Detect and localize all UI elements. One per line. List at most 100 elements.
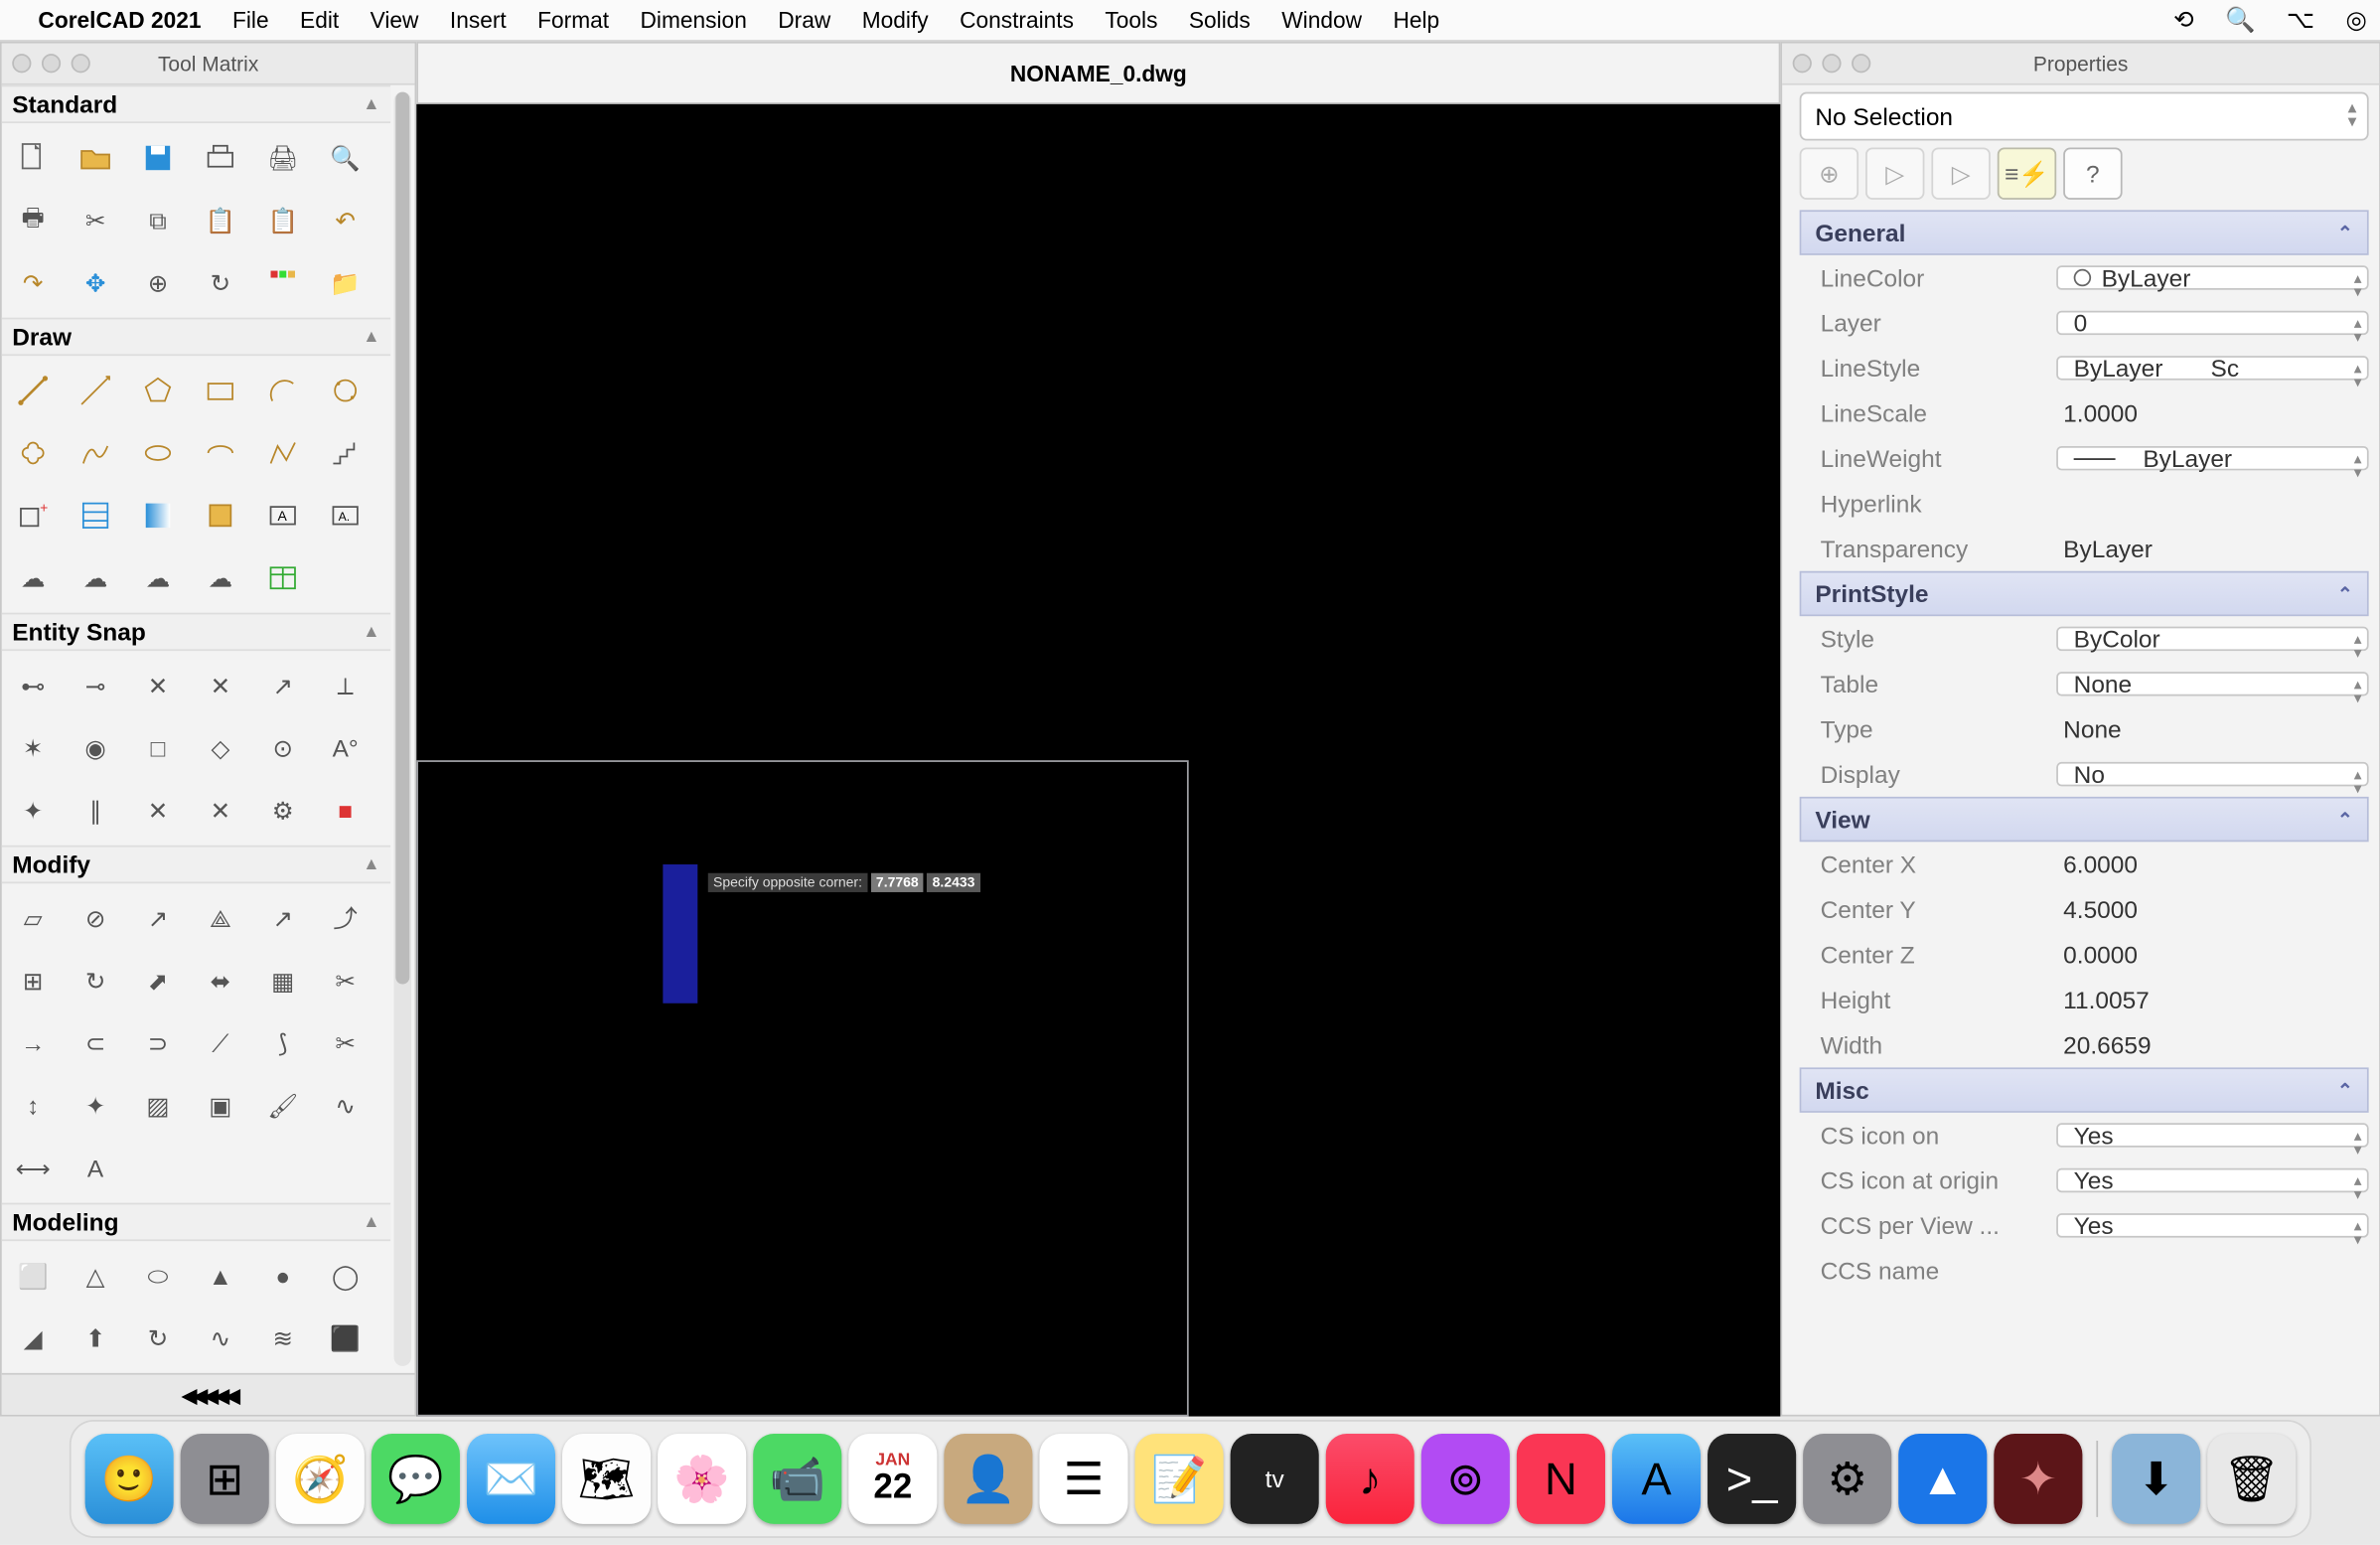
menu-draw[interactable]: Draw xyxy=(778,7,830,33)
layer-value[interactable]: 0▴▾ xyxy=(2056,309,2368,337)
stairs-icon[interactable] xyxy=(318,425,373,481)
pan-icon[interactable]: ✥ xyxy=(68,255,123,311)
esnap-extension-icon[interactable]: ↗ xyxy=(255,658,311,713)
width-value[interactable]: 20.6659 xyxy=(2056,1031,2368,1059)
save-icon[interactable] xyxy=(130,130,186,186)
tool-matrix-titlebar[interactable]: Tool Matrix xyxy=(2,44,415,85)
esnap-center-icon[interactable]: ◉ xyxy=(68,720,123,776)
move-icon[interactable]: ⤴ xyxy=(318,890,373,946)
esnap-apparent-icon[interactable]: ✕ xyxy=(130,783,186,839)
group-misc[interactable]: Misc⌃ xyxy=(1800,1067,2369,1112)
esnap-clear-icon[interactable]: ■ xyxy=(318,783,373,839)
paste-icon[interactable]: 📋 xyxy=(193,193,248,248)
erase-icon[interactable]: ▱ xyxy=(5,890,61,946)
simplenote-icon[interactable]: A. xyxy=(318,488,373,543)
polygon-icon[interactable] xyxy=(130,363,186,418)
pick-add-icon[interactable]: ⊕ xyxy=(1800,147,1859,199)
open-icon[interactable] xyxy=(68,130,123,186)
window-controls[interactable] xyxy=(1793,54,1871,73)
group-printstyle[interactable]: PrintStyle⌃ xyxy=(1800,571,2369,616)
news-icon[interactable]: N xyxy=(1517,1434,1605,1524)
document-titlebar[interactable]: NONAME_0.dwg xyxy=(416,42,1780,104)
weld-icon[interactable]: ⊃ xyxy=(130,1015,186,1071)
display-value[interactable]: No▴▾ xyxy=(2056,760,2368,788)
edit-text-icon[interactable]: A xyxy=(68,1141,123,1196)
cylinder-icon[interactable]: ⬭ xyxy=(130,1248,186,1304)
menu-window[interactable]: Window xyxy=(1281,7,1362,33)
tool-matrix-scrollbar[interactable] xyxy=(394,92,411,1366)
pattern-icon[interactable]: ▦ xyxy=(255,953,311,1008)
edit-length-icon[interactable]: ⟷ xyxy=(5,1141,61,1196)
esnap-endpoint-icon[interactable]: ⊸ xyxy=(68,658,123,713)
cut-icon[interactable]: ✂ xyxy=(68,193,123,248)
sphere-icon[interactable]: ● xyxy=(255,1248,311,1304)
split-icon[interactable]: ⊂ xyxy=(68,1015,123,1071)
rotate-icon[interactable]: ↻ xyxy=(68,953,123,1008)
menu-dimension[interactable]: Dimension xyxy=(641,7,747,33)
array-icon[interactable]: ⊞ xyxy=(5,953,61,1008)
centerz-value[interactable]: 0.0000 xyxy=(2056,941,2368,969)
edit-polyline-icon[interactable]: ∿ xyxy=(318,1078,373,1134)
esnap-tangent-icon[interactable]: ⊙ xyxy=(255,720,311,776)
print-icon[interactable] xyxy=(193,130,248,186)
type-value[interactable]: None xyxy=(2056,715,2368,743)
explorer-icon[interactable]: 📁 xyxy=(318,255,373,311)
messages-icon[interactable]: 💬 xyxy=(372,1434,460,1524)
trash-icon[interactable]: 🗑 xyxy=(2207,1434,2296,1524)
section-draw[interactable]: Draw▲ xyxy=(2,318,390,356)
region-icon[interactable] xyxy=(193,488,248,543)
selection-combo[interactable]: No Selection ▴▾ xyxy=(1800,92,2369,141)
table-value[interactable]: None▴▾ xyxy=(2056,670,2368,697)
maps-icon[interactable]: 🗺 xyxy=(562,1434,651,1524)
esnap-settings-icon[interactable]: ⚙ xyxy=(255,783,311,839)
quick-select-icon[interactable]: ▷ xyxy=(1865,147,1924,199)
align-icon[interactable]: ↕ xyxy=(5,1078,61,1134)
match-props-icon[interactable]: 🖌 xyxy=(255,1078,311,1134)
cone-icon[interactable]: ▲ xyxy=(193,1248,248,1304)
menu-edit[interactable]: Edit xyxy=(300,7,339,33)
reminders-icon[interactable]: ☰ xyxy=(1039,1434,1127,1524)
transparency-value[interactable]: ByLayer xyxy=(2056,535,2368,562)
scale-icon[interactable]: ⬈ xyxy=(130,953,186,1008)
facetime-icon[interactable]: 📹 xyxy=(753,1434,841,1524)
menu-insert[interactable]: Insert xyxy=(450,7,507,33)
help-button[interactable]: ? xyxy=(2063,147,2122,199)
box-icon[interactable]: ⬜ xyxy=(5,1248,61,1304)
properties-titlebar[interactable]: Properties xyxy=(1782,44,2379,85)
circle-icon[interactable] xyxy=(318,363,373,418)
calendar-icon[interactable]: JAN22 xyxy=(848,1434,937,1524)
stretch-icon[interactable]: ⬌ xyxy=(193,953,248,1008)
line-icon[interactable] xyxy=(5,363,61,418)
fillet-icon[interactable]: ⟆ xyxy=(255,1015,311,1071)
regen-icon[interactable]: ↻ xyxy=(193,255,248,311)
insert-block-icon[interactable]: + xyxy=(5,488,61,543)
table-icon[interactable] xyxy=(255,550,311,606)
menu-format[interactable]: Format xyxy=(537,7,609,33)
select-similar-icon[interactable]: ▷ xyxy=(1931,147,1990,199)
wifi-icon[interactable]: ⟲ xyxy=(2173,5,2193,35)
mail-icon[interactable]: ✉️ xyxy=(467,1434,555,1524)
wedge-icon[interactable]: ◢ xyxy=(5,1311,61,1366)
bring-front-icon[interactable]: ▣ xyxy=(193,1078,248,1134)
sweep-icon[interactable]: ∿ xyxy=(193,1311,248,1366)
control-center-icon[interactable]: ⌥ xyxy=(2287,5,2314,35)
cloud-free-icon[interactable]: ☁ xyxy=(130,550,186,606)
text-icon[interactable]: A xyxy=(255,488,311,543)
tool-matrix-footer[interactable]: ◀◀◀◀◀ xyxy=(2,1373,415,1415)
xcode-icon[interactable]: ▲ xyxy=(1898,1434,1987,1524)
esnap-node-icon[interactable]: A° xyxy=(318,720,373,776)
offset-icon[interactable]: ↗ xyxy=(255,890,311,946)
photos-icon[interactable]: 🌸 xyxy=(658,1434,746,1524)
extrude-icon[interactable]: ⬆ xyxy=(68,1311,123,1366)
esnap-insert-icon[interactable]: ✦ xyxy=(5,783,61,839)
arc-icon[interactable] xyxy=(255,363,311,418)
preferences-icon[interactable]: ⚙ xyxy=(1803,1434,1891,1524)
undo-icon[interactable]: ↶ xyxy=(318,193,373,248)
downloads-icon[interactable]: ⬇ xyxy=(2112,1434,2200,1524)
find-icon[interactable]: 🔍 xyxy=(318,130,373,186)
podcasts-icon[interactable]: ⊚ xyxy=(1421,1434,1510,1524)
section-entity-snap[interactable]: Entity Snap▲ xyxy=(2,613,390,651)
new-icon[interactable] xyxy=(5,130,61,186)
esnap-parallel-icon[interactable]: ∥ xyxy=(68,783,123,839)
height-value[interactable]: 11.0057 xyxy=(2056,986,2368,1013)
